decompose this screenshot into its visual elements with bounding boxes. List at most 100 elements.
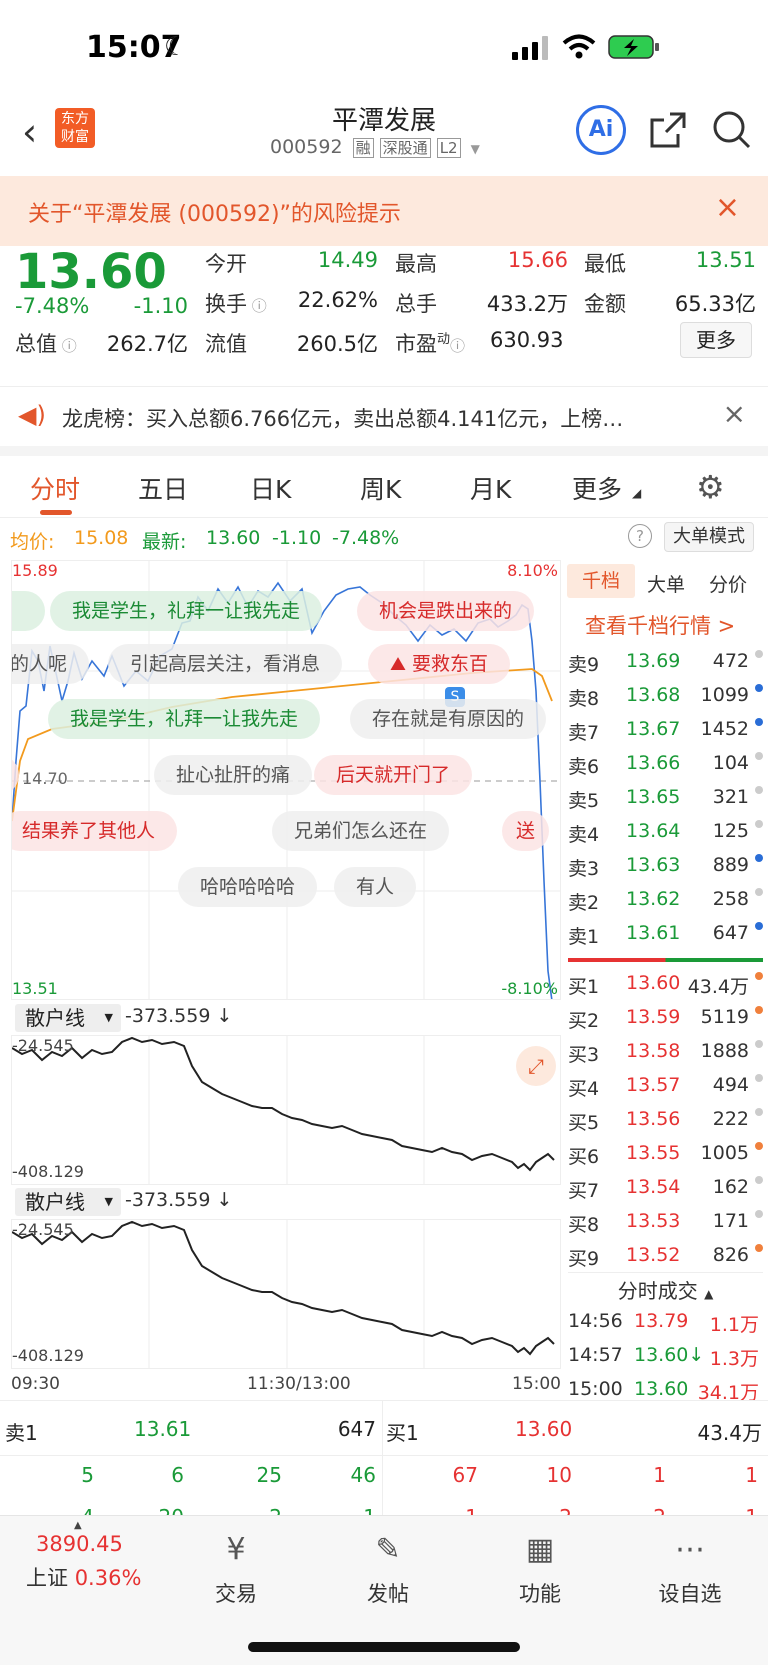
- bid-row[interactable]: 买1 13.60 43.4万: [568, 968, 763, 1002]
- level-label: 买5: [568, 1112, 600, 1134]
- bid-row[interactable]: 买3 13.58 1888: [568, 1036, 763, 1070]
- level-volume: 826: [712, 1244, 749, 1266]
- tab-price-dist[interactable]: 分价: [709, 570, 747, 597]
- time-axis: 09:30 11:30/13:00 15:00: [11, 1372, 561, 1398]
- view-depth-link[interactable]: 查看千档行情 >: [585, 610, 735, 640]
- intraday-chart[interactable]: 15.89 13.51 8.10% -8.10% 14.70 。 我是学生，礼拜…: [11, 560, 561, 1000]
- tick-row: 14:56 13.79 1.1万: [568, 1306, 763, 1340]
- large-order-mode-button[interactable]: 大单模式: [664, 522, 754, 552]
- buy-queue-item: 10: [546, 1463, 572, 1487]
- bid-row[interactable]: 买4 13.57 494: [568, 1070, 763, 1104]
- close-icon[interactable]: ×: [715, 190, 740, 225]
- function-button[interactable]: ▦ 功能: [490, 1532, 590, 1608]
- period-tabs: 分时 五日 日K 周K 月K 更多 ◢ ⚙: [0, 462, 768, 518]
- indicator-chart-2[interactable]: -24.545 -408.129: [11, 1219, 561, 1369]
- tab-5day[interactable]: 五日: [138, 470, 188, 506]
- price-info-bar: 均价: 15.08 最新: 13.60 -1.10 -7.48% ? 大单模式: [0, 520, 768, 558]
- indicator-select[interactable]: 散户线 ▼: [15, 1188, 121, 1216]
- search-icon[interactable]: [712, 110, 752, 150]
- level-dot: [755, 718, 763, 726]
- ticks-title: 分时成交: [617, 1279, 698, 1303]
- ai-button[interactable]: Ai: [576, 105, 626, 155]
- sell-queue-item: 5: [81, 1463, 94, 1487]
- level-price: 13.55: [626, 1142, 681, 1164]
- open-value: 14.49: [317, 248, 378, 272]
- ask-row[interactable]: 卖8 13.68 1099: [568, 680, 763, 714]
- index-widget[interactable]: ▲ 3890.45 上证 0.36%: [18, 1520, 158, 1592]
- bid-row[interactable]: 买7 13.54 162: [568, 1172, 763, 1206]
- ask-row[interactable]: 卖3 13.63 889: [568, 850, 763, 884]
- indicator-chart-1[interactable]: -24.545 -408.129 ⤢: [11, 1035, 561, 1185]
- gift-icon: ⛰: [390, 653, 406, 675]
- level-volume: 171: [712, 1210, 749, 1232]
- order-book-tabs: 千档 大单 分价: [565, 562, 765, 602]
- tab-weekly-k[interactable]: 周K: [360, 470, 401, 506]
- notice-bar[interactable]: ◀) 龙虎榜：买入总额6.766亿元，卖出总额4.141亿元，上榜… ×: [0, 386, 768, 456]
- level-price: 13.52: [626, 1244, 681, 1266]
- more-button[interactable]: 更多: [680, 322, 752, 358]
- level-price: 13.61: [626, 922, 681, 944]
- help-icon[interactable]: ?: [628, 524, 652, 548]
- close-icon[interactable]: ×: [723, 397, 746, 430]
- mid-price-label: 14.70: [22, 769, 68, 788]
- share-icon[interactable]: [648, 110, 688, 150]
- indicator-select[interactable]: 散户线 ▼: [15, 1004, 121, 1032]
- tab-daily-k[interactable]: 日K: [250, 470, 291, 506]
- stock-subtitle[interactable]: 000592 融 深股通 L2 ▼: [270, 136, 480, 158]
- tab-more[interactable]: 更多: [572, 470, 622, 506]
- danmaku-comment: 哈哈哈哈哈: [178, 867, 318, 907]
- bid-row[interactable]: 买5 13.56 222: [568, 1104, 763, 1138]
- sell1-price: 13.61: [134, 1417, 192, 1441]
- battery-icon: [608, 35, 659, 59]
- time-close: 15:00: [512, 1374, 561, 1394]
- level-label: 买8: [568, 1214, 600, 1236]
- watchlist-label: 设自选: [658, 1582, 722, 1606]
- tab-intraday[interactable]: 分时: [30, 470, 80, 506]
- high-value: 15.66: [507, 248, 568, 272]
- header: ‹ 东方 财富 平潭发展 000592 融 深股通 L2 ▼ Ai: [0, 100, 768, 176]
- last-label: 最新:: [142, 531, 187, 553]
- expand-icon[interactable]: ⤢: [516, 1046, 556, 1086]
- tick-time: 14:56: [568, 1310, 623, 1332]
- ticks-header[interactable]: 分时成交 ▲: [568, 1272, 763, 1304]
- bid-row[interactable]: 买9 13.52 826: [568, 1240, 763, 1274]
- tick-price: 13.79: [634, 1310, 689, 1332]
- pe-sup: 动: [437, 332, 451, 347]
- tab-large-order[interactable]: 大单: [647, 570, 685, 597]
- tab-underline: [40, 510, 72, 515]
- pct-value: -7.48%: [332, 527, 400, 549]
- ask-row[interactable]: 卖6 13.66 104: [568, 748, 763, 782]
- bid-row[interactable]: 买6 13.55 1005: [568, 1138, 763, 1172]
- tab-monthly-k[interactable]: 月K: [470, 470, 511, 506]
- ask-row[interactable]: 卖7 13.67 1452: [568, 714, 763, 748]
- tab-level-1000[interactable]: 千档: [567, 564, 635, 598]
- ask-row[interactable]: 卖1 13.61 647: [568, 918, 763, 952]
- pe-value: 630.93: [490, 328, 564, 352]
- level-dot: [755, 820, 763, 828]
- risk-banner[interactable]: 关于“平潭发展 (000592)”的风险提示 ×: [0, 176, 768, 246]
- info-icon[interactable]: ⓘ: [247, 297, 267, 315]
- ask-row[interactable]: 卖2 13.62 258: [568, 884, 763, 918]
- trade-button[interactable]: ¥ 交易: [186, 1532, 286, 1608]
- bid-row[interactable]: 买2 13.59 5119: [568, 1002, 763, 1036]
- bid-row[interactable]: 买8 13.53 171: [568, 1206, 763, 1240]
- gear-icon[interactable]: ⚙: [696, 468, 725, 506]
- speaker-icon: ◀): [18, 401, 46, 429]
- info-icon[interactable]: ⓘ: [57, 337, 77, 355]
- level-label: 卖2: [568, 892, 600, 914]
- buy-queue-item: 1: [745, 1463, 758, 1487]
- sell-queue-item: 20: [130, 1505, 184, 1515]
- float-label: 流值: [205, 332, 247, 356]
- add-watchlist-button[interactable]: ⋯ 设自选: [640, 1532, 740, 1608]
- buy-queue-item: 1: [704, 1505, 758, 1515]
- level-price: 13.65: [626, 786, 681, 808]
- avg-label: 均价:: [10, 531, 55, 553]
- level-dot: [755, 786, 763, 794]
- info-icon[interactable]: ⓘ: [450, 337, 465, 355]
- caret-icon: ◢: [632, 486, 642, 500]
- post-button[interactable]: ✎ 发帖: [338, 1532, 438, 1608]
- ask-row[interactable]: 卖4 13.64 125: [568, 816, 763, 850]
- ask-row[interactable]: 卖9 13.69 472: [568, 646, 763, 680]
- retail-line: [12, 1036, 555, 1172]
- ask-row[interactable]: 卖5 13.65 321: [568, 782, 763, 816]
